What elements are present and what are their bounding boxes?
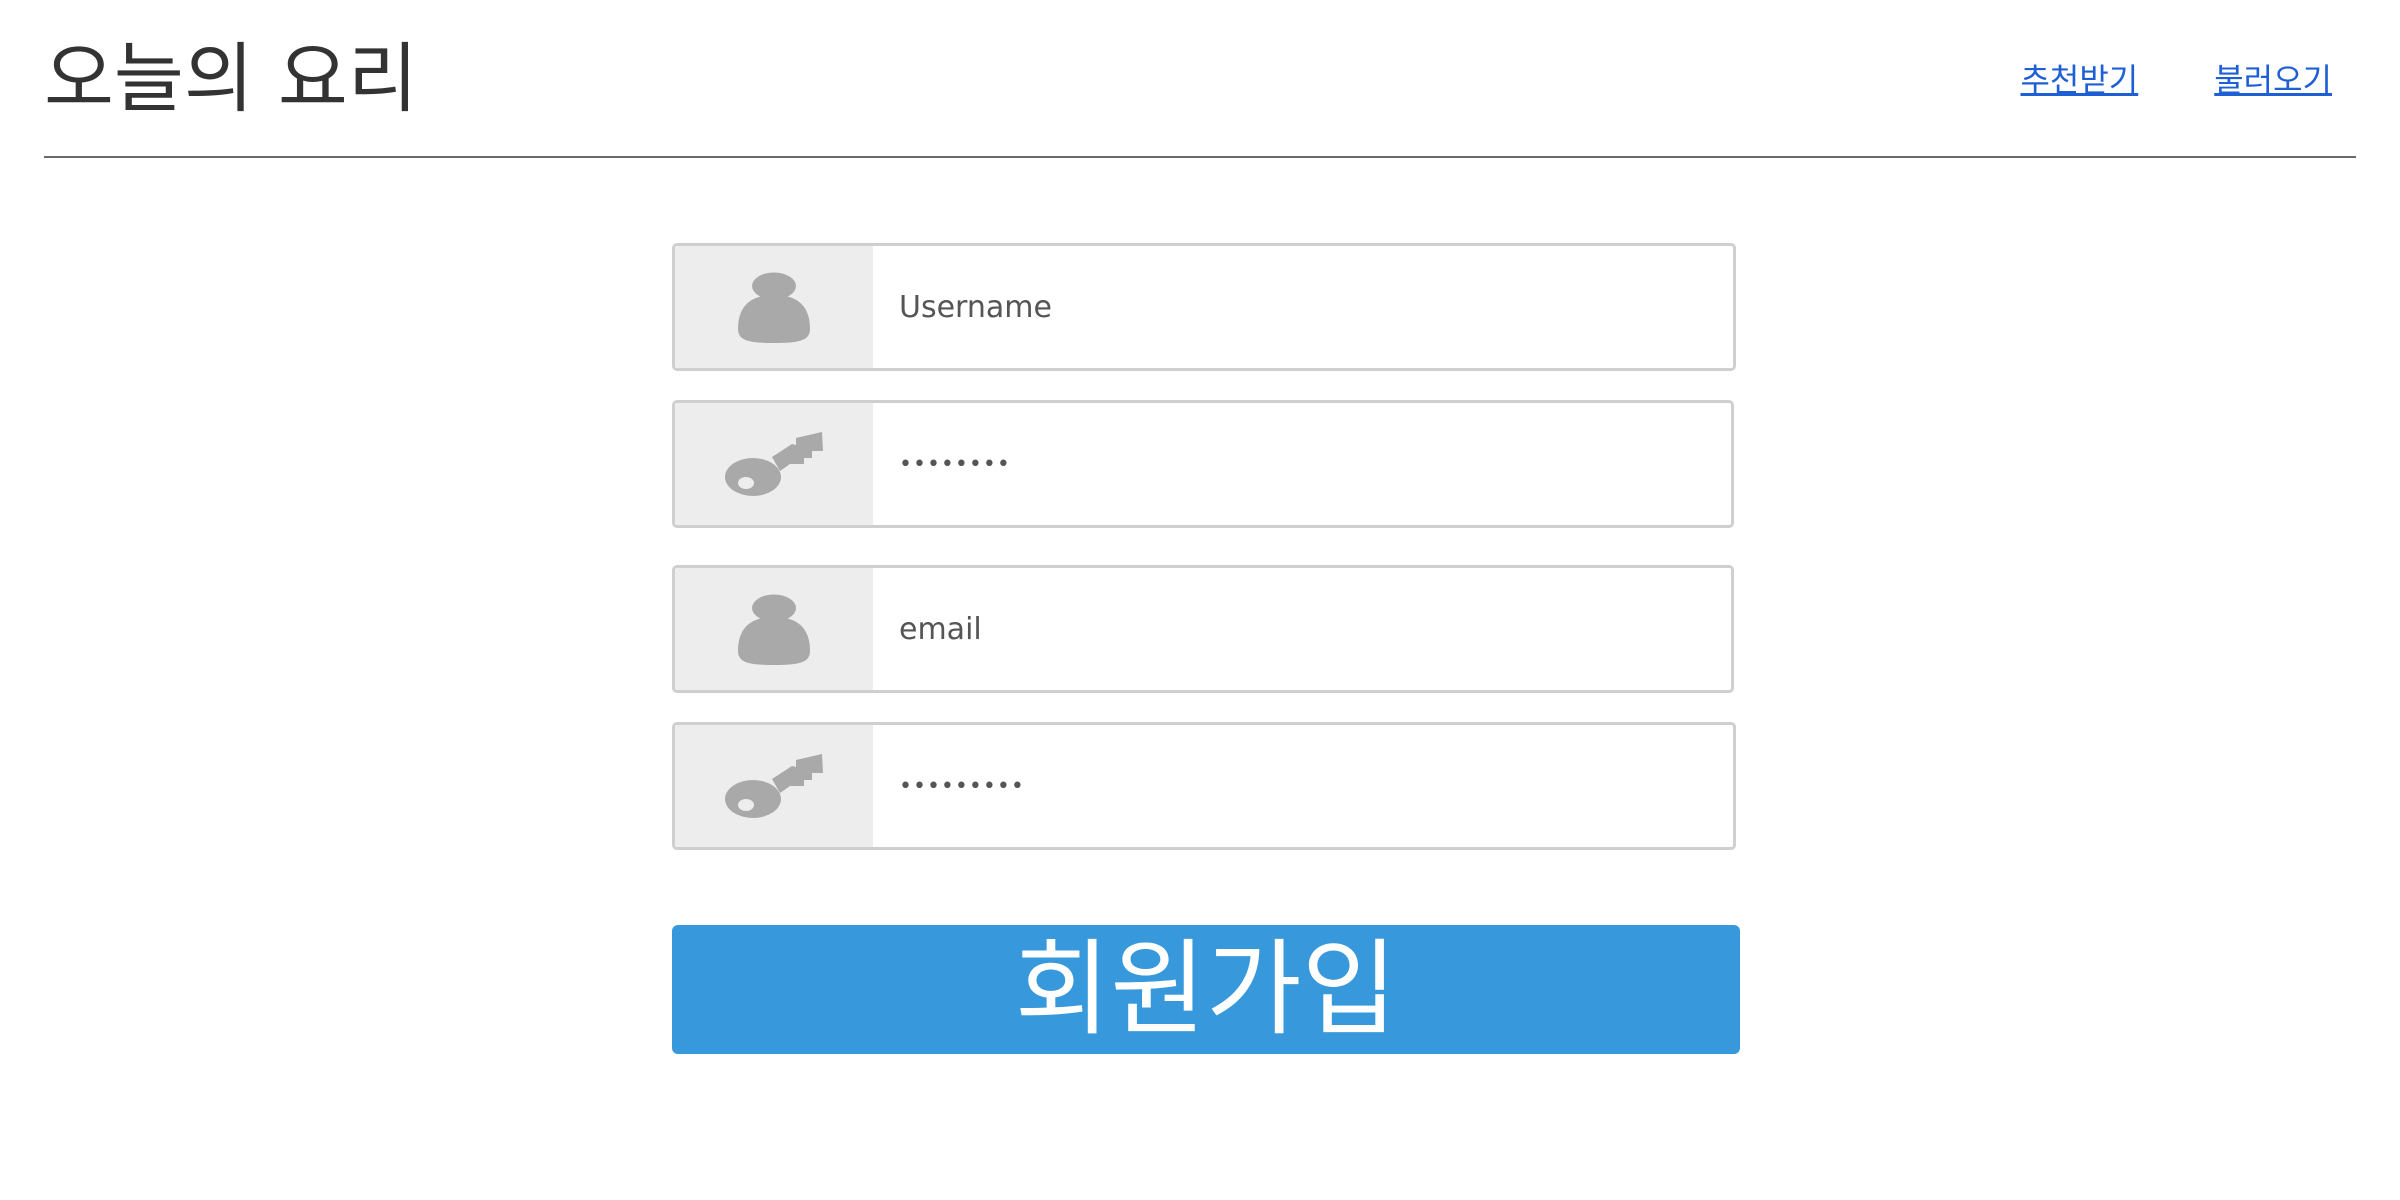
site-title: 오늘의 요리 — [44, 34, 418, 123]
nav-link-recommend[interactable]: 추천받기 — [2020, 58, 2138, 102]
key-icon — [675, 403, 873, 525]
password-confirm-input[interactable] — [873, 725, 1733, 847]
signup-button[interactable]: 회원가입 — [672, 925, 1740, 1054]
nav-link-load[interactable]: 불러오기 — [2214, 58, 2332, 102]
password-field-group — [672, 400, 1734, 528]
user-icon — [675, 246, 873, 368]
username-input[interactable] — [873, 246, 1733, 368]
email-field-group — [672, 565, 1734, 693]
password-input[interactable] — [873, 403, 1731, 525]
user-icon — [675, 568, 873, 690]
password-confirm-field-group — [672, 722, 1736, 850]
top-nav: 추천받기 불러오기 — [2020, 58, 2332, 102]
site-header: 오늘의 요리 추천받기 불러오기 — [44, 0, 2356, 158]
email-input[interactable] — [873, 568, 1731, 690]
username-field-group — [672, 243, 1736, 371]
key-icon — [675, 725, 873, 847]
